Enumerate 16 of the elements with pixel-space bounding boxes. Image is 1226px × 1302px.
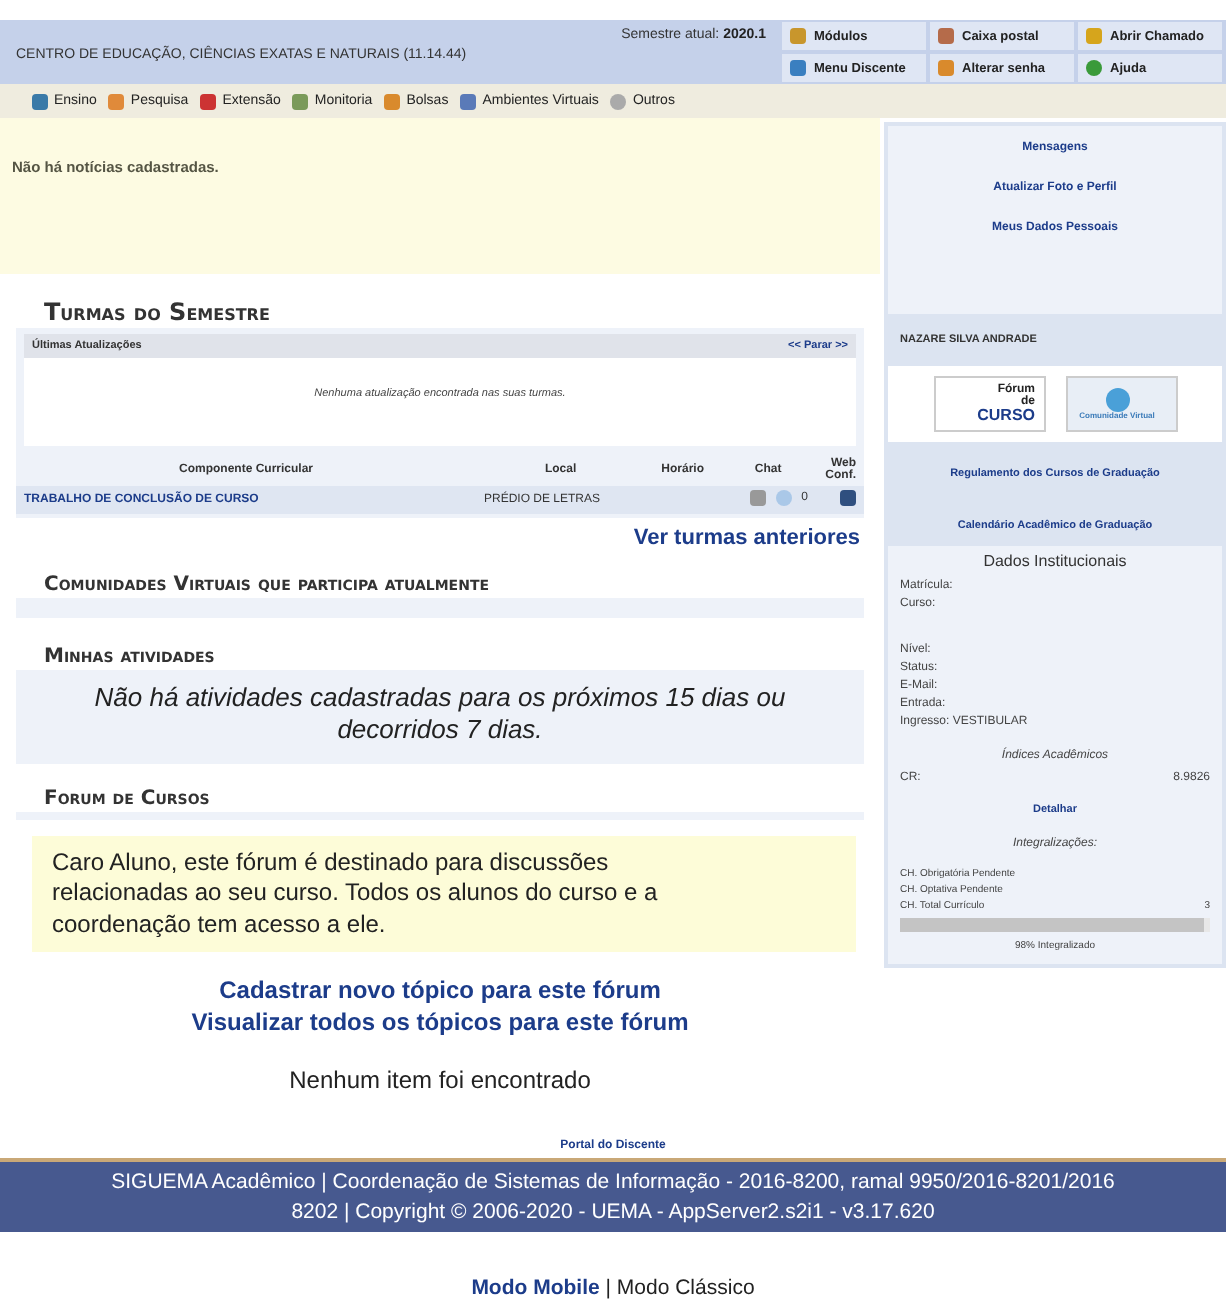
- previous-classes-link[interactable]: Ver turmas anteriores: [633, 526, 860, 550]
- forum-empty-text: Nenhum item foi encontrado: [287, 1064, 593, 1095]
- mode-link[interactable]: Modo Mobile: [471, 1275, 600, 1300]
- mode-separator: |: [603, 1275, 613, 1300]
- footer-text: 8202 | Copyright © 2006-2020 - UEMA - AppServer2.s2i1 - v3.17.620: [289, 1197, 937, 1226]
- activities-empty-text: Não há atividades cadastradas para os próximos 15 dias ou decorridos 7 dias.: [92, 680, 788, 749]
- section-title: Minhas atividades: [42, 646, 217, 670]
- section-title: Turmas do Semestre: [42, 298, 272, 328]
- forum-link[interactable]: Cadastrar novo tópico para este fórum: [219, 976, 661, 1008]
- data-title: Dados Institucionais: [981, 550, 1129, 574]
- section-title: Comunidades Virtuais que participa atualmente: [42, 574, 491, 598]
- section-title: Forum de Cursos: [42, 787, 212, 811]
- forum-link[interactable]: Visualizar todos os tópicos para este fórum: [191, 1007, 689, 1039]
- forum-notice: Caro Aluno, este fórum é destinado para discussões relacionadas ao seu curso. Todos os alunos do curso e a coordenação tem acesso a ele.: [32, 835, 856, 953]
- mode-link[interactable]: Modo Clássico: [616, 1275, 755, 1300]
- footer-text: SIGUEMA Acadêmico | Coordenação de Sistemas de Informação - 2016-8200, ramal 9950/2016-8201/2016: [109, 1168, 1117, 1198]
